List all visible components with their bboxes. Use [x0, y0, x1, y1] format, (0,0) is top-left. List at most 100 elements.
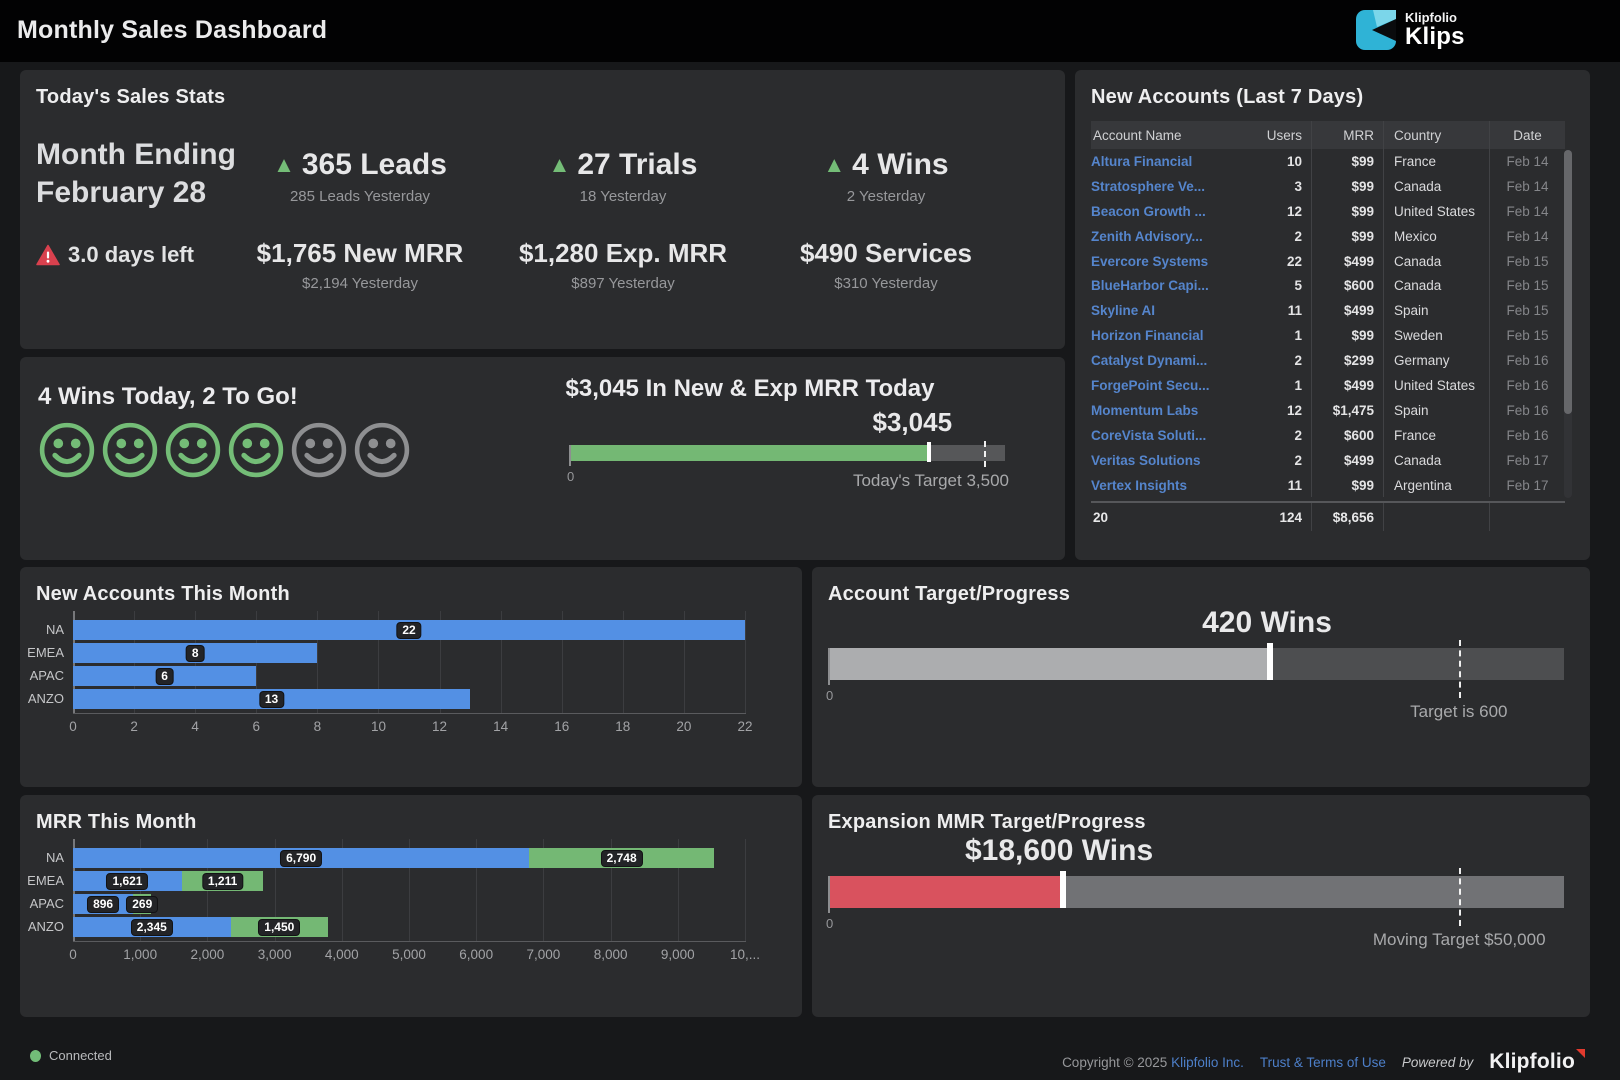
progress-zero-tick	[828, 648, 830, 685]
account-name-cell: ForgePoint Secu...	[1091, 373, 1279, 398]
new-mrr-yesterday-label: $2,194 Yesterday	[240, 275, 480, 292]
bar-value-label: 8	[186, 645, 205, 662]
klipfolio-footer-logo[interactable]: Klipfolio	[1489, 1050, 1575, 1074]
country-cell: United States	[1383, 199, 1489, 224]
klips-logo-icon	[1356, 10, 1396, 50]
country-cell: Canada	[1383, 174, 1489, 199]
klipfolio-klips-logo[interactable]: Klipfolio Klips	[1356, 10, 1465, 50]
table-row: Momentum Labs12$1,475SpainFeb 16	[1091, 398, 1565, 423]
klipfolio-inc-link[interactable]: Klipfolio Inc.	[1171, 1055, 1244, 1070]
mrr-cell: $1,475	[1311, 398, 1383, 423]
table-row: CoreVista Soluti...2$600FranceFeb 16	[1091, 423, 1565, 448]
bar-value-label: 6	[155, 668, 174, 685]
bar-value-label: 2,748	[601, 850, 643, 867]
footer-links: Copyright © 2025 Klipfolio Inc. Trust & …	[1062, 1050, 1575, 1074]
x-tick-label: 6,000	[459, 947, 493, 962]
bar-value-label: 896	[87, 896, 119, 913]
wins-today-title: 4 Wins Today, 2 To Go!	[38, 383, 298, 411]
x-tick-label: 8,000	[594, 947, 628, 962]
progress-marker	[927, 442, 931, 462]
account-name-link[interactable]: BlueHarbor Capi...	[1091, 278, 1209, 293]
country-cell: Mexico	[1383, 224, 1489, 249]
x-tick-label: 18	[615, 719, 630, 734]
col-header-account-name: Account Name	[1091, 121, 1279, 149]
progress-zero-tick	[569, 445, 571, 466]
exp-mrr-stat: $1,280 Exp. MRR	[503, 238, 743, 269]
date-cell: Feb 15	[1489, 249, 1565, 274]
account-name-link[interactable]: Vertex Insights	[1091, 478, 1187, 493]
smiley-row	[38, 421, 411, 479]
users-cell: 2	[1279, 423, 1311, 448]
chart-plot-area: 6,7902,7481,6211,2118962692,3451,450	[73, 839, 745, 941]
account-name-link[interactable]: Momentum Labs	[1091, 403, 1198, 418]
chart-x-axis: 0246810121416182022	[73, 719, 745, 737]
table-summary-row: 20 124 $8,656	[1091, 501, 1565, 531]
date-cell: Feb 14	[1489, 149, 1565, 174]
y-category-label: APAC	[20, 666, 64, 686]
col-header-mrr: MRR	[1311, 121, 1383, 149]
users-cell: 11	[1279, 473, 1311, 498]
x-tick-label: 12	[432, 719, 447, 734]
summary-mrr: $8,656	[1311, 503, 1383, 531]
account-name-link[interactable]: CoreVista Soluti...	[1091, 428, 1206, 443]
account-name-link[interactable]: ForgePoint Secu...	[1091, 378, 1210, 393]
table-row: Horizon Financial1$99SwedenFeb 15	[1091, 323, 1565, 348]
target-dashed-line	[1459, 868, 1461, 926]
account-name-cell: Beacon Growth ...	[1091, 199, 1279, 224]
account-name-link[interactable]: Skyline AI	[1091, 303, 1155, 318]
bar-value-label: 1,621	[106, 873, 148, 890]
smiley-face-icon-inactive	[353, 421, 411, 479]
date-cell: Feb 17	[1489, 473, 1565, 498]
account-name-link[interactable]: Catalyst Dynami...	[1091, 353, 1207, 368]
services-stat: $490 Services	[766, 238, 1006, 269]
users-cell: 3	[1279, 174, 1311, 199]
account-name-link[interactable]: Horizon Financial	[1091, 328, 1204, 343]
progress-value-label: 420 Wins	[1202, 606, 1332, 640]
progress-fill	[828, 648, 1270, 680]
account-name-cell: Catalyst Dynami...	[1091, 348, 1279, 373]
account-name-link[interactable]: Veritas Solutions	[1091, 453, 1201, 468]
x-tick-label: 8	[314, 719, 322, 734]
bar-value-label: 2,345	[131, 919, 173, 936]
account-name-link[interactable]: Altura Financial	[1091, 154, 1192, 169]
x-tick-label: 20	[676, 719, 691, 734]
trials-stat: ▲27 Trials	[503, 148, 743, 182]
table-row: Evercore Systems22$499CanadaFeb 15	[1091, 249, 1565, 274]
wins-yesterday-label: 2 Yesterday	[766, 188, 1006, 205]
date-cell: Feb 16	[1489, 348, 1565, 373]
bar-value-label: 13	[259, 691, 284, 708]
country-cell: Germany	[1383, 348, 1489, 373]
trust-terms-link[interactable]: Trust & Terms of Use	[1260, 1055, 1386, 1070]
table-scrollbar-thumb[interactable]	[1564, 150, 1572, 414]
x-tick-label: 4	[191, 719, 199, 734]
x-tick-label: 2	[130, 719, 138, 734]
date-cell: Feb 16	[1489, 398, 1565, 423]
progress-fill	[569, 445, 930, 461]
x-tick-label: 10	[371, 719, 386, 734]
account-name-link[interactable]: Stratosphere Ve...	[1091, 179, 1205, 194]
expansion-target-panel: Expansion MMR Target/Progress $18,600 Wi…	[812, 795, 1590, 1017]
country-cell: Canada	[1383, 273, 1489, 298]
target-label: Today's Target 3,500	[853, 471, 1009, 491]
table-row: ForgePoint Secu...1$499United StatesFeb …	[1091, 373, 1565, 398]
trend-up-icon: ▲	[549, 152, 571, 178]
axis-min-label: 0	[826, 916, 833, 931]
account-name-cell: Zenith Advisory...	[1091, 224, 1279, 249]
new-mrr-stat: $1,765 New MRR	[240, 238, 480, 269]
account-name-cell: BlueHarbor Capi...	[1091, 273, 1279, 298]
mrr-cell: $99	[1311, 149, 1383, 174]
account-name-link[interactable]: Beacon Growth ...	[1091, 204, 1206, 219]
y-category-label: NA	[20, 848, 64, 868]
leads-stat: ▲365 Leads	[240, 148, 480, 182]
table-row: Stratosphere Ve...3$99CanadaFeb 14	[1091, 174, 1565, 199]
panel-title: New Accounts (Last 7 Days)	[1091, 86, 1363, 109]
smiley-face-icon-active	[38, 421, 96, 479]
account-name-link[interactable]: Zenith Advisory...	[1091, 229, 1203, 244]
gridline	[745, 839, 746, 941]
date-cell: Feb 14	[1489, 199, 1565, 224]
month-ending-label: Month Ending February 28	[36, 136, 236, 212]
account-name-link[interactable]: Evercore Systems	[1091, 254, 1208, 269]
progress-track	[828, 876, 1564, 908]
y-category-label: EMEA	[20, 871, 64, 891]
col-header-date: Date	[1489, 121, 1565, 149]
